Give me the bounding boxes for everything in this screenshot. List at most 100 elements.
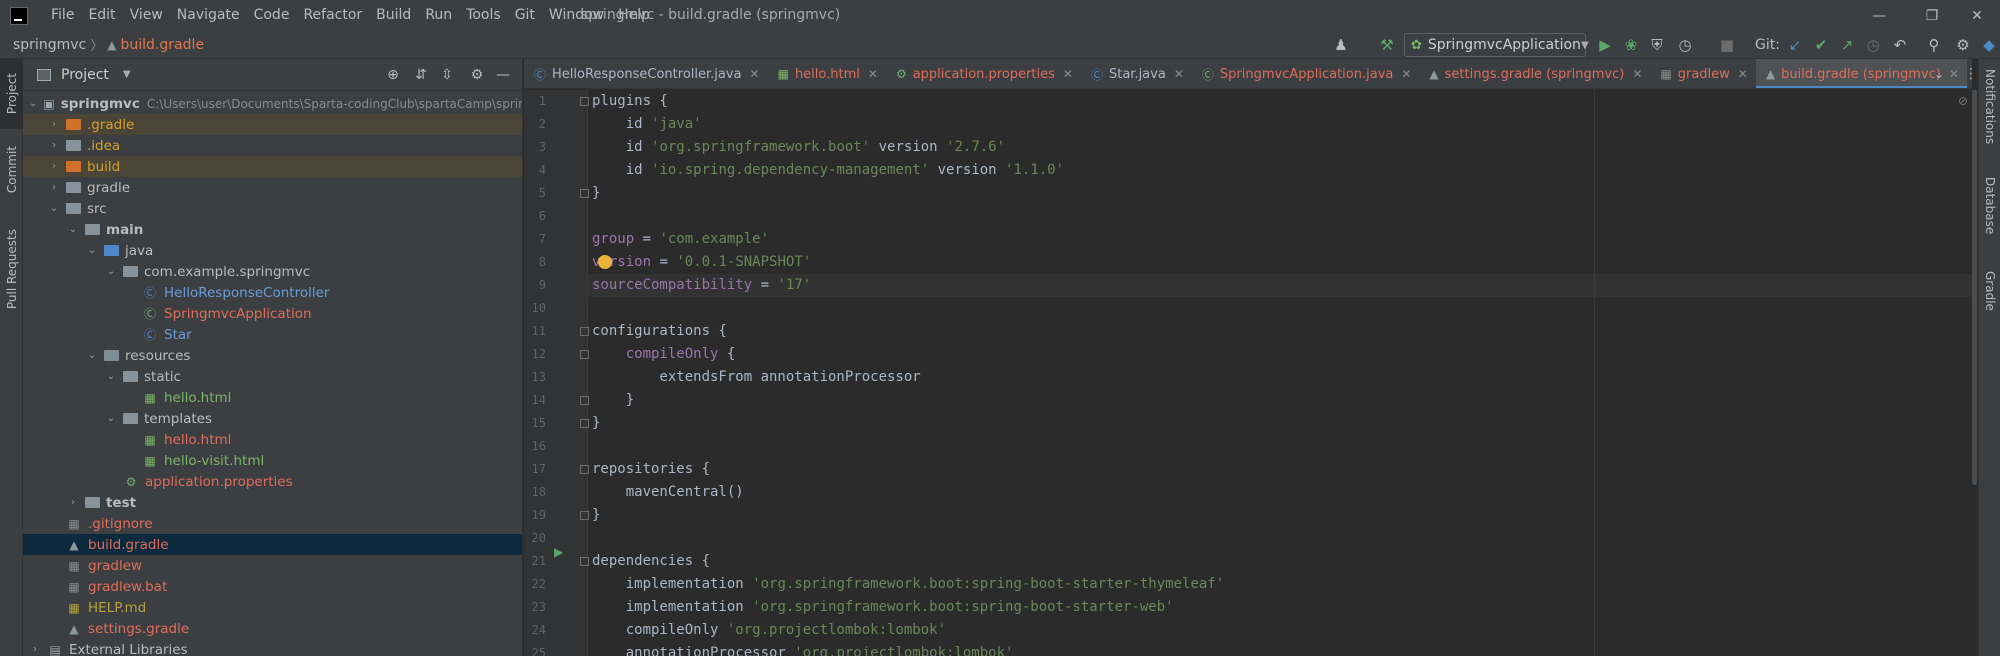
code-line[interactable]: compileOnly 'org.projectlombok:lombok' — [592, 619, 946, 642]
run-icon[interactable]: ▶ — [1594, 34, 1616, 56]
code-line[interactable]: annotationProcessor 'org.projectlombok:l… — [592, 642, 1014, 656]
restore-icon[interactable]: ❐ — [1909, 0, 1955, 31]
close-tab-icon[interactable]: ✕ — [1401, 67, 1411, 81]
code-line[interactable]: mavenCentral() — [592, 481, 744, 504]
tree-item[interactable]: Ⓒ HelloResponseController — [23, 282, 522, 303]
editor-tab[interactable]: ▲ settings.gradle (springmvc) ✕ — [1419, 59, 1650, 88]
code-line[interactable]: version = '0.0.1-SNAPSHOT' — [592, 251, 811, 274]
search-icon[interactable]: ⚲ — [1923, 34, 1945, 56]
inspection-status-icon[interactable]: ⊘ — [1952, 90, 1974, 112]
fold-marker-icon[interactable] — [580, 189, 589, 198]
fold-marker-icon[interactable] — [580, 97, 589, 106]
history-icon[interactable]: ◷ — [1862, 34, 1884, 56]
code-line[interactable]: extendsFrom annotationProcessor — [592, 366, 920, 389]
tool-tab-gradle[interactable]: Gradle — [1979, 271, 2000, 311]
project-panel-title[interactable]: Project — [61, 67, 109, 83]
chevron-down-icon[interactable]: ⌄ — [29, 98, 37, 109]
tree-item[interactable]: ▦ gradlew.bat — [23, 576, 522, 597]
code-line[interactable]: group = 'com.example' — [592, 228, 769, 251]
menu-edit[interactable]: Edit — [81, 0, 122, 31]
chevron-down-icon[interactable]: ⌄ — [105, 413, 117, 424]
menu-file[interactable]: File — [44, 0, 81, 31]
chevron-right-icon[interactable]: › — [48, 119, 60, 130]
close-icon[interactable]: ✕ — [1954, 0, 2000, 31]
menu-navigate[interactable]: Navigate — [170, 0, 247, 31]
toolbox-icon[interactable]: ◆ — [1978, 34, 2000, 56]
tree-item[interactable]: ⌄ main — [23, 219, 522, 240]
fold-marker-icon[interactable] — [580, 465, 589, 474]
tree-item[interactable]: Ⓒ SpringmvcApplication — [23, 303, 522, 324]
tool-tab-project[interactable]: Project — [0, 59, 23, 129]
settings-gear-icon[interactable]: ⚙ — [1952, 34, 1974, 56]
tree-item[interactable]: › test — [23, 492, 522, 513]
coverage-icon[interactable]: ⛨ — [1646, 34, 1668, 56]
chevron-down-icon[interactable]: ⌄ — [105, 266, 117, 277]
profile-icon[interactable]: ◷ — [1674, 34, 1696, 56]
menu-view[interactable]: View — [123, 0, 170, 31]
minimize-icon[interactable]: — — [1856, 0, 1902, 31]
debug-icon[interactable]: ❀ — [1620, 34, 1642, 56]
menu-run[interactable]: Run — [418, 0, 459, 31]
code-editor[interactable]: 1 2 3 4 5 6 7 8 9 10 11 12 13 14 15 16 17 18 19 20 21 22 23 24 2… — [524, 90, 1972, 656]
chevron-down-icon[interactable]: ⌄ — [105, 371, 117, 382]
tree-item[interactable]: ⌄ java — [23, 240, 522, 261]
stop-icon[interactable]: ■ — [1716, 34, 1738, 56]
tree-item[interactable]: ▦ .gitignore — [23, 513, 522, 534]
code-line[interactable]: dependencies { — [592, 550, 710, 573]
breadcrumb-project[interactable]: springmvc — [0, 37, 86, 53]
tree-item[interactable]: ▦ hello.html — [23, 387, 522, 408]
editor-tab[interactable]: ▦ hello.html ✕ — [768, 59, 886, 88]
settings-gear-icon[interactable]: ⚙ — [467, 65, 487, 85]
menu-code[interactable]: Code — [247, 0, 297, 31]
close-tab-icon[interactable]: ✕ — [750, 67, 760, 81]
code-line[interactable]: implementation 'org.springframework.boot… — [592, 596, 1174, 619]
menu-build[interactable]: Build — [369, 0, 418, 31]
run-configuration-select[interactable]: ✿ SpringmvcApplication ▼ — [1404, 33, 1589, 57]
chevron-down-icon[interactable]: ⌄ — [67, 224, 79, 235]
build-hammer-icon[interactable]: ⚒ — [1376, 34, 1398, 56]
close-tab-icon[interactable]: ✕ — [1174, 67, 1184, 81]
intention-bulb-icon[interactable] — [598, 255, 612, 269]
user-icon[interactable]: ♟ — [1330, 34, 1352, 56]
tool-tab-pull-requests[interactable]: Pull Requests — [0, 219, 23, 319]
run-gutter-icon[interactable]: ▶ — [554, 545, 563, 559]
tree-item[interactable]: › build — [23, 156, 522, 177]
locate-file-icon[interactable]: ⊕ — [383, 65, 403, 85]
tree-item[interactable]: ▲ build.gradle — [23, 534, 522, 555]
collapse-all-icon[interactable]: ⇳ — [437, 65, 457, 85]
code-line[interactable]: sourceCompatibility = '17' — [592, 274, 811, 297]
tree-item[interactable]: ⌄ com.example.springmvc — [23, 261, 522, 282]
fold-marker-icon[interactable] — [580, 419, 589, 428]
fold-marker-icon[interactable] — [580, 511, 589, 520]
tabs-overflow-chevron-icon[interactable]: ⌄ — [1928, 63, 1950, 85]
chevron-right-icon[interactable]: › — [29, 644, 41, 655]
tree-item[interactable]: ▦ hello.html — [23, 429, 522, 450]
code-line[interactable]: id 'java' — [592, 113, 702, 136]
close-tab-icon[interactable]: ✕ — [868, 67, 878, 81]
tree-item[interactable]: ⌄ templates — [23, 408, 522, 429]
code-line[interactable]: configurations { — [592, 320, 727, 343]
git-commit-icon[interactable]: ✔ — [1810, 34, 1832, 56]
tree-item[interactable]: ⌄ ▣ springmvc C:\Users\user\Documents\Spart… — [23, 93, 522, 114]
close-tab-icon[interactable]: ✕ — [1063, 67, 1073, 81]
tool-tab-database[interactable]: Database — [1979, 177, 2000, 234]
fold-marker-icon[interactable] — [580, 327, 589, 336]
menu-refactor[interactable]: Refactor — [296, 0, 369, 31]
git-push-icon[interactable]: ↗ — [1836, 34, 1858, 56]
code-line[interactable]: repositories { — [592, 458, 710, 481]
code-line[interactable]: } — [592, 412, 600, 435]
menu-tools[interactable]: Tools — [459, 0, 508, 31]
tree-item[interactable]: ▲ settings.gradle — [23, 618, 522, 639]
chevron-right-icon[interactable]: › — [48, 140, 60, 151]
chevron-right-icon[interactable]: › — [48, 182, 60, 193]
chevron-down-icon[interactable]: ⌄ — [48, 203, 60, 214]
code-line[interactable]: id 'io.spring.dependency-management' ver… — [592, 159, 1064, 182]
editor-tab[interactable]: Ⓒ HelloResponseController.java ✕ — [524, 59, 768, 88]
fold-marker-icon[interactable] — [580, 350, 589, 359]
editor-tab[interactable]: Ⓒ SpringmvcApplication.java ✕ — [1192, 59, 1420, 88]
tool-tab-notifications[interactable]: Notifications — [1979, 69, 2000, 144]
chevron-right-icon[interactable]: › — [67, 497, 79, 508]
tree-item[interactable]: › ▤ External Libraries — [23, 639, 522, 656]
close-tab-icon[interactable]: ✕ — [1738, 67, 1748, 81]
code-line[interactable]: } — [592, 182, 600, 205]
